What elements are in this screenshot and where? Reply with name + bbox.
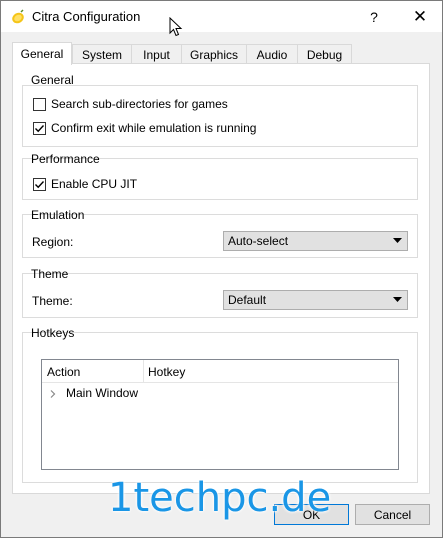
tab-debug[interactable]: Debug bbox=[297, 44, 352, 64]
tab-general[interactable]: General bbox=[12, 42, 72, 65]
group-emulation-title: Emulation bbox=[31, 208, 85, 222]
region-select-value: Auto-select bbox=[228, 234, 289, 248]
checkmark-icon bbox=[35, 124, 45, 132]
group-general-title: General bbox=[31, 73, 74, 87]
region-label: Region: bbox=[32, 235, 74, 249]
group-general bbox=[22, 85, 418, 147]
checkmark-icon bbox=[35, 180, 45, 188]
search-subdirs-checkbox[interactable]: Search sub-directories for games bbox=[33, 97, 228, 111]
ok-button[interactable]: OK bbox=[274, 504, 349, 525]
group-theme-title: Theme bbox=[31, 267, 69, 281]
checkbox-box[interactable] bbox=[33, 97, 46, 111]
group-hotkeys-title: Hotkeys bbox=[31, 326, 75, 340]
tab-graphics[interactable]: Graphics bbox=[181, 44, 247, 64]
theme-label: Theme: bbox=[32, 294, 73, 308]
search-subdirs-label: Search sub-directories for games bbox=[51, 97, 228, 111]
column-header-hotkey[interactable]: Hotkey bbox=[143, 360, 293, 383]
confirm-exit-label: Confirm exit while emulation is running bbox=[51, 121, 257, 135]
window-title: Citra Configuration bbox=[32, 9, 141, 24]
region-select[interactable]: Auto-select bbox=[223, 231, 408, 251]
close-button[interactable]: ✕ bbox=[397, 1, 443, 33]
hotkeys-tree-header: Action Hotkey bbox=[42, 360, 398, 383]
column-header-action[interactable]: Action bbox=[42, 360, 143, 383]
tree-row-main-window[interactable]: Main Window bbox=[42, 383, 398, 403]
hotkeys-tree[interactable]: Action Hotkey Main Window bbox=[41, 359, 399, 470]
citra-app-icon bbox=[12, 9, 24, 24]
confirm-exit-checkbox[interactable]: Confirm exit while emulation is running bbox=[33, 121, 256, 135]
tab-input[interactable]: Input bbox=[131, 44, 182, 64]
tree-row-label: Main Window bbox=[66, 386, 139, 400]
chevron-down-icon bbox=[393, 297, 402, 302]
tab-audio[interactable]: Audio bbox=[246, 44, 298, 64]
checkbox-box[interactable] bbox=[33, 177, 46, 191]
chevron-down-icon bbox=[393, 238, 402, 243]
checkbox-box[interactable] bbox=[33, 121, 46, 135]
cancel-button[interactable]: Cancel bbox=[355, 504, 430, 525]
theme-select-value: Default bbox=[228, 293, 267, 307]
cpu-jit-label: Enable CPU JIT bbox=[51, 177, 138, 191]
cpu-jit-checkbox[interactable]: Enable CPU JIT bbox=[33, 177, 137, 191]
group-performance-title: Performance bbox=[31, 152, 100, 166]
tab-system[interactable]: System bbox=[72, 44, 132, 64]
chevron-right-icon[interactable] bbox=[50, 390, 56, 398]
theme-select[interactable]: Default bbox=[223, 290, 408, 310]
title-bar: Citra Configuration ? ✕ bbox=[0, 0, 443, 37]
help-button[interactable]: ? bbox=[351, 1, 397, 33]
window-border-left bbox=[0, 32, 1, 538]
mouse-cursor-icon bbox=[169, 17, 183, 37]
